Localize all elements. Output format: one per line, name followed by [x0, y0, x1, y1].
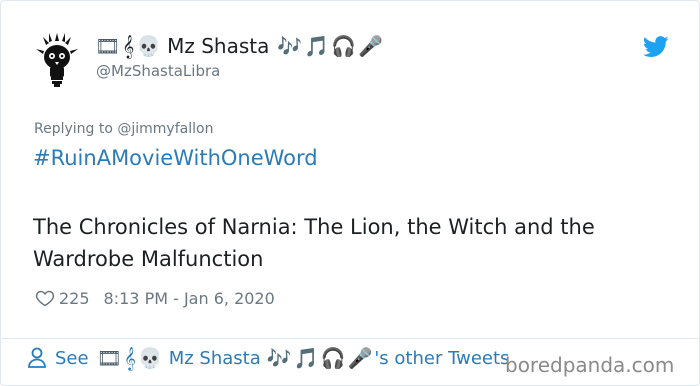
twitter-bird-icon[interactable]	[643, 36, 669, 58]
tweet-text: The Chronicles of Narnia: The Lion, the …	[33, 215, 595, 271]
headphones-icon: 🎧	[331, 34, 357, 58]
headphones-icon: 🎧	[320, 346, 346, 370]
treble-clef-icon: 𝄞	[123, 346, 136, 370]
hashtag-link[interactable]: #RuinAMovieWithOneWord	[33, 146, 318, 170]
author-display-name[interactable]: Mz Shasta	[167, 34, 269, 58]
footer-author-name: Mz Shasta	[168, 347, 261, 369]
film-frames-icon: 🎞	[95, 34, 121, 58]
person-icon	[28, 347, 46, 368]
microphone-icon: 🎤	[347, 346, 373, 370]
tweet-meta: 225 8:13 PM - Jan 6, 2020	[35, 288, 275, 308]
film-frames-icon: 🎞	[96, 346, 122, 370]
footer-suffix: 's other Tweets	[374, 347, 510, 369]
divider	[2, 338, 700, 339]
footer-see-label: See	[55, 347, 89, 369]
like-count[interactable]: 225	[59, 289, 90, 308]
musical-note-icon: 🎵	[304, 34, 330, 58]
heart-icon[interactable]	[35, 288, 55, 308]
author-handle[interactable]: @MzShastaLibra	[96, 62, 220, 80]
skull-icon: 💀	[137, 346, 163, 370]
music-notes-icon: 🎶	[266, 346, 292, 370]
tweet-timestamp[interactable]: 8:13 PM - Jan 6, 2020	[104, 289, 275, 308]
microphone-icon: 🎤	[358, 34, 384, 58]
treble-clef-icon: 𝄞	[122, 34, 135, 58]
author-name-row[interactable]: 🎞 𝄞 💀 Mz Shasta 🎶 🎵 🎧 🎤	[95, 34, 383, 58]
watermark: boredpanda.com	[505, 353, 675, 377]
music-notes-icon: 🎶	[277, 34, 303, 58]
musical-note-icon: 🎵	[293, 346, 319, 370]
tweet-card: 🎞 𝄞 💀 Mz Shasta 🎶 🎵 🎧 🎤 @MzShastaLibra R…	[0, 0, 700, 386]
skull-icon: 💀	[136, 34, 162, 58]
avatar[interactable]	[31, 29, 83, 89]
see-other-tweets-link[interactable]: See 🎞 𝄞 💀 Mz Shasta 🎶 🎵 🎧 🎤 's other Twe…	[27, 347, 509, 369]
replying-to[interactable]: Replying to @jimmyfallon	[34, 121, 213, 137]
